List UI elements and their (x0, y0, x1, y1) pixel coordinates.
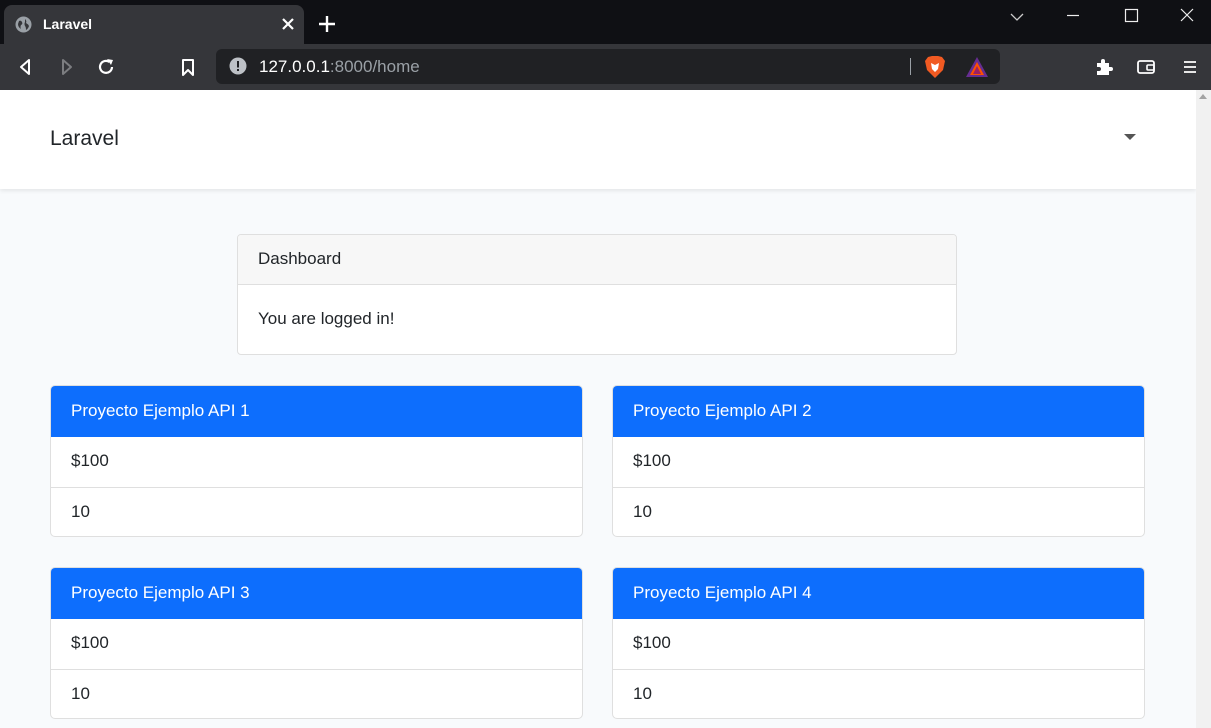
project-quantity: 10 (613, 487, 1144, 536)
project-title: Proyecto Ejemplo API 2 (613, 386, 1144, 437)
project-price: $100 (71, 633, 109, 652)
vertical-scrollbar[interactable] (1196, 90, 1211, 728)
minimize-icon[interactable] (1061, 6, 1085, 26)
wallet-icon[interactable] (1136, 57, 1156, 77)
url-text: 127.0.0.1:8000/home (259, 57, 420, 77)
reload-icon[interactable] (96, 57, 116, 77)
project-card: Proyecto Ejemplo API 1 $100 10 (50, 385, 583, 537)
chevron-down-icon[interactable] (1005, 6, 1029, 26)
navbar-brand[interactable]: Laravel (50, 127, 119, 151)
close-icon[interactable] (279, 15, 297, 33)
project-price: $100 (633, 451, 671, 470)
bat-rewards-icon[interactable] (965, 56, 989, 78)
back-icon[interactable] (16, 57, 36, 77)
project-card: Proyecto Ejemplo API 2 $100 10 (612, 385, 1145, 537)
maximize-icon[interactable] (1119, 6, 1143, 26)
info-icon[interactable] (229, 57, 247, 75)
bookmark-icon[interactable] (178, 57, 198, 77)
dashboard-header: Dashboard (238, 235, 956, 285)
project-price: $100 (633, 633, 671, 652)
tab-title: Laravel (43, 16, 93, 32)
plus-icon[interactable] (318, 15, 336, 33)
forward-icon (62, 59, 72, 75)
project-quantity: 10 (51, 487, 582, 536)
project-card: Proyecto Ejemplo API 3 $100 10 (50, 567, 583, 719)
project-card: Proyecto Ejemplo API 4 $100 10 (612, 567, 1145, 719)
project-price: $100 (71, 451, 109, 470)
scroll-up-arrow-icon[interactable] (1199, 94, 1207, 99)
omnibox-divider (910, 58, 911, 75)
menu-icon[interactable] (1180, 57, 1200, 77)
page-viewport: Laravel Dashboard You are logged in! Pro… (0, 90, 1196, 728)
project-title: Proyecto Ejemplo API 3 (51, 568, 582, 619)
project-quantity: 10 (613, 669, 1144, 718)
caret-down-icon[interactable] (1124, 134, 1136, 140)
project-title: Proyecto Ejemplo API 4 (613, 568, 1144, 619)
dashboard-message: You are logged in! (258, 309, 395, 328)
app-navbar: Laravel (0, 90, 1196, 189)
url-host: 127.0.0.1 (259, 57, 330, 76)
browser-toolbar: 127.0.0.1:8000/home (0, 44, 1211, 90)
brave-shield-icon[interactable] (924, 55, 946, 79)
url-path: :8000/home (329, 57, 420, 76)
project-title: Proyecto Ejemplo API 1 (51, 386, 582, 437)
address-bar[interactable]: 127.0.0.1:8000/home (216, 49, 1000, 84)
browser-titlebar: Laravel (0, 0, 1211, 44)
extensions-icon[interactable] (1094, 57, 1114, 77)
close-window-icon[interactable] (1175, 6, 1199, 26)
browser-tab[interactable]: Laravel (4, 5, 304, 44)
globe-icon (15, 16, 32, 33)
dashboard-card: Dashboard You are logged in! (237, 234, 957, 355)
project-quantity: 10 (51, 669, 582, 718)
